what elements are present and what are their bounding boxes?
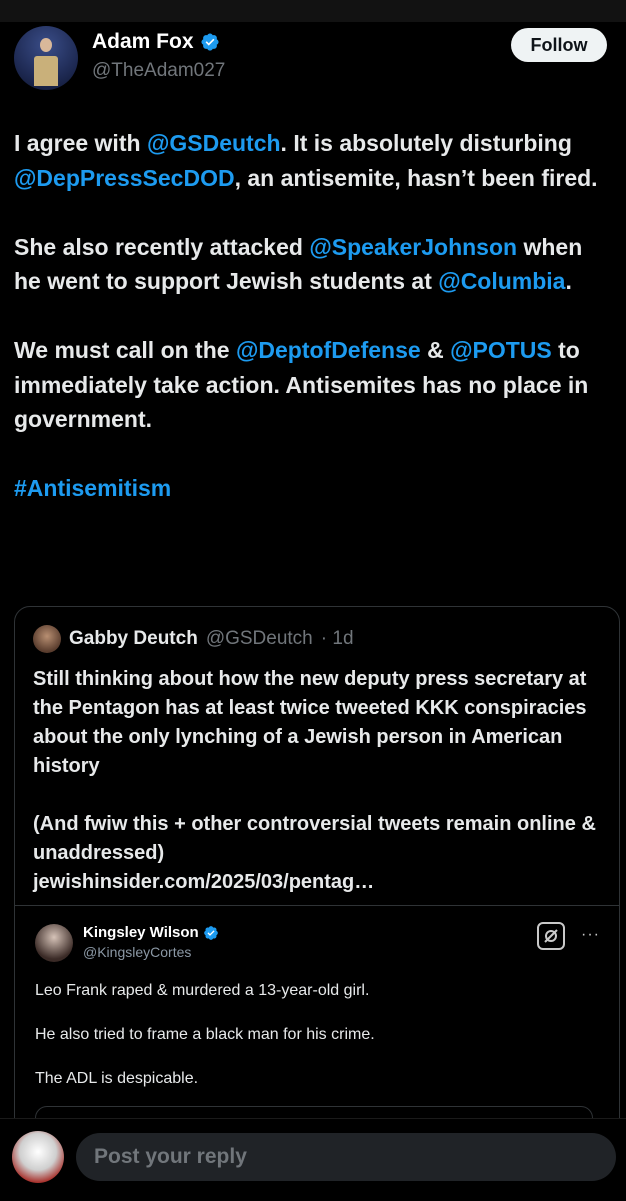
embedded-line: The ADL is despicable.	[35, 1070, 199, 1087]
mention-link[interactable]: @DeptofDefense	[236, 337, 421, 363]
post-paragraph-4: #Antisemitism	[14, 471, 614, 506]
mention-link[interactable]: @DepPressSecDOD	[14, 165, 235, 191]
embedded-line: Leo Frank raped & murdered a 13-year-old…	[35, 982, 370, 999]
mention-link[interactable]: @SpeakerJohnson	[309, 234, 517, 260]
verified-badge-icon	[203, 925, 218, 940]
quoted-post[interactable]: Gabby Deutch @GSDeutch · 1d Still thinki…	[14, 606, 620, 1148]
embedded-author-name: Kingsley Wilson	[83, 924, 199, 941]
embedded-author-handle: @KingsleyCortes	[83, 944, 192, 960]
author-name[interactable]: Adam Fox	[92, 30, 194, 54]
author-name-row: Adam Fox	[92, 30, 220, 54]
post-text-segment: We must call on the	[14, 337, 236, 363]
embedded-tweet-text: Leo Frank raped & murdered a 13-year-old…	[35, 980, 595, 1112]
quoted-paragraph-2: (And fwiw this + other controversial twe…	[33, 813, 596, 864]
current-user-avatar	[12, 1131, 64, 1183]
reply-input[interactable]	[76, 1133, 616, 1181]
post-text-segment: . It is absolutely disturbing	[280, 130, 572, 156]
reply-bar	[0, 1118, 626, 1201]
post-text-segment: She also recently attacked	[14, 233, 310, 260]
author-handle[interactable]: @TheAdam027	[92, 60, 225, 82]
post-paragraph-2: She also recently attacked @SpeakerJohns…	[14, 230, 614, 299]
quoted-author-avatar	[33, 625, 61, 653]
post-text-segment: , an antisemite, hasn’t been fired.	[234, 164, 598, 191]
post-text-segment: I agree with	[14, 130, 147, 156]
hashtag-link[interactable]: #Antisemitism	[14, 475, 171, 501]
mention-link[interactable]: @GSDeutch	[147, 130, 281, 156]
author-avatar[interactable]	[14, 26, 78, 90]
embedded-name-row: Kingsley Wilson	[83, 924, 219, 941]
post-paragraph-1: I agree with @GSDeutch. It is absolutely…	[14, 126, 614, 195]
mention-link[interactable]: @Columbia	[438, 268, 565, 294]
more-options-icon: ···	[581, 926, 600, 943]
quoted-author-name: Gabby Deutch	[69, 628, 198, 649]
follow-button[interactable]: Follow	[511, 28, 607, 62]
quoted-post-time: · 1d	[320, 628, 354, 649]
quoted-post-body: Still thinking about how the new deputy …	[33, 665, 603, 897]
quoted-author-handle: @GSDeutch	[205, 628, 313, 649]
quoted-link[interactable]: jewishinsider.com/2025/03/pentag…	[33, 868, 603, 897]
quoted-post-header: Gabby Deutch @GSDeutch · 1d	[33, 625, 354, 653]
post-text-segment: &	[420, 337, 451, 363]
embedded-tweet-image: Kingsley Wilson @KingsleyCortes ··· Leo …	[15, 905, 619, 1147]
status-bar	[0, 0, 626, 22]
mention-link[interactable]: @POTUS	[450, 337, 552, 363]
quoted-paragraph-1: Still thinking about how the new deputy …	[33, 668, 587, 777]
embedded-author-avatar	[35, 924, 73, 962]
post-text-segment: .	[565, 268, 572, 294]
post-paragraph-3: We must call on the @DeptofDefense & @PO…	[14, 333, 614, 437]
grok-icon	[537, 922, 565, 950]
post-body: I agree with @GSDeutch. It is absolutely…	[14, 126, 614, 506]
embedded-line: He also tried to frame a black man for h…	[35, 1026, 375, 1043]
verified-badge-icon	[200, 33, 219, 51]
